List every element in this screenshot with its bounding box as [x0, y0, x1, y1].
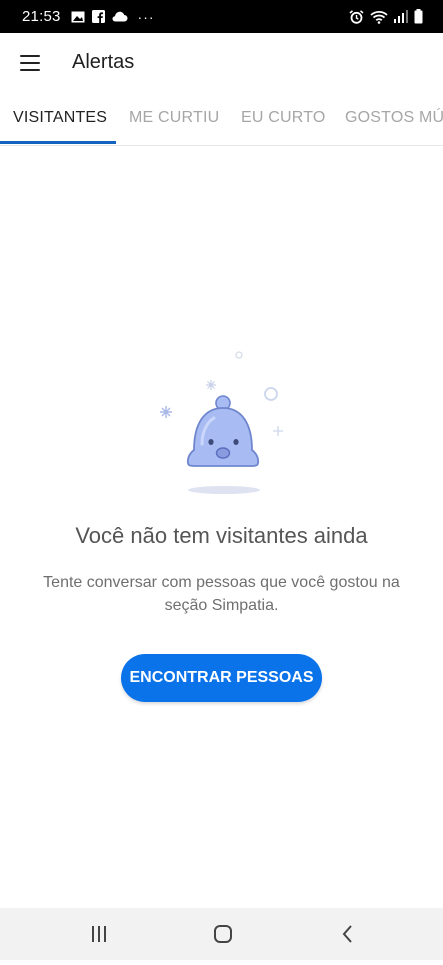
hamburger-menu-icon[interactable]: [20, 55, 40, 71]
battery-icon: [414, 9, 423, 24]
image-icon: [71, 11, 85, 22]
tab-bar: VISITANTES ME CURTIU EU CURTO GOSTOS MÚT…: [0, 93, 443, 146]
recent-apps-icon[interactable]: [69, 908, 129, 960]
active-tab-indicator: [0, 141, 116, 144]
tab-me-curtiu[interactable]: ME CURTIU: [129, 93, 219, 143]
tab-eu-curto[interactable]: EU CURTO: [241, 93, 326, 143]
system-nav-bar: [0, 908, 443, 960]
wifi-icon: [370, 10, 388, 24]
more-notifications: ···: [137, 8, 155, 25]
home-icon[interactable]: [193, 908, 253, 960]
empty-state-subtitle: Tente conversar com pessoas que você gos…: [43, 574, 400, 614]
tab-gostos-mutuos[interactable]: GOSTOS MÚTUOS: [345, 93, 443, 143]
find-people-button[interactable]: ENCONTRAR PESSOAS: [121, 654, 322, 702]
facebook-icon: [91, 10, 105, 23]
bell-icon: [160, 351, 283, 494]
tab-visitantes[interactable]: VISITANTES: [13, 93, 107, 143]
status-bar: 21:53 ···: [0, 0, 443, 33]
signal-icon: [394, 10, 408, 23]
cloud-icon: [112, 11, 128, 22]
empty-state-title: Você não tem visitantes ainda: [75, 523, 368, 548]
page-title: Alertas: [72, 51, 135, 73]
back-icon[interactable]: [318, 908, 378, 960]
alarm-icon: [349, 9, 364, 24]
status-time: 21:53: [22, 8, 61, 25]
app-bar: Alertas: [0, 33, 443, 93]
